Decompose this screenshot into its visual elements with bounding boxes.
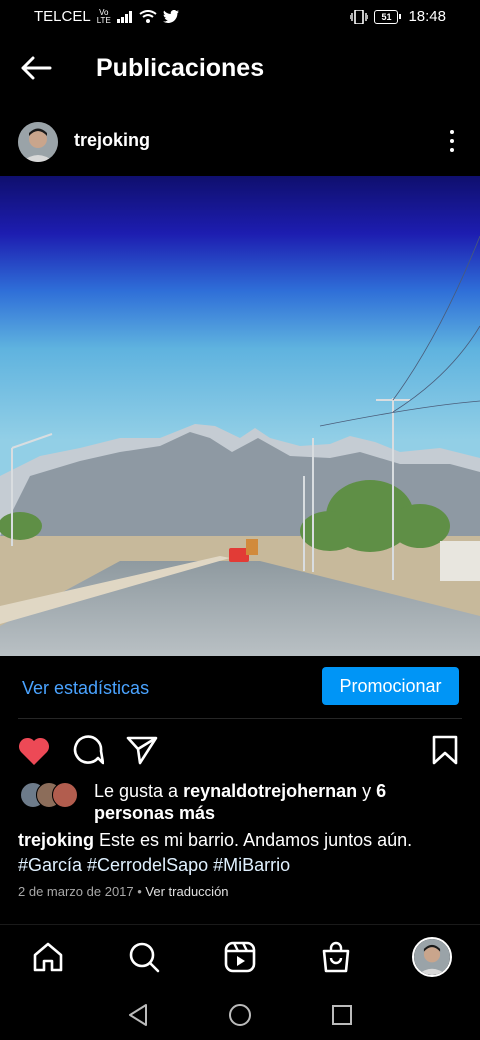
- system-recents-button[interactable]: [329, 1002, 355, 1028]
- reels-icon: [224, 941, 256, 973]
- more-icon-dot: [450, 130, 454, 134]
- nav-shop[interactable]: [316, 937, 356, 977]
- status-bar: TELCEL Vo LTE 51 18:48: [0, 0, 480, 34]
- comment-icon: [73, 735, 104, 765]
- page-title: Publicaciones: [96, 54, 265, 82]
- post-header: trejoking: [0, 116, 480, 168]
- more-icon-dot: [450, 148, 454, 152]
- date-separator: •: [133, 884, 146, 899]
- bookmark-icon: [432, 735, 458, 765]
- post-image[interactable]: [0, 176, 480, 656]
- promote-button[interactable]: Promocionar: [322, 667, 459, 705]
- square-recents-icon: [332, 1005, 352, 1025]
- liker-avatar: [52, 782, 78, 808]
- likes-middle: y: [357, 781, 377, 801]
- search-icon: [129, 942, 160, 973]
- share-icon: [126, 736, 158, 765]
- post-date: 2 de marzo de 2017: [18, 884, 134, 899]
- back-button[interactable]: [18, 52, 54, 84]
- liker-avatars: [20, 782, 90, 808]
- circle-home-icon: [229, 1004, 251, 1026]
- carrier-name: TELCEL: [34, 8, 91, 25]
- volte-icon: Vo LTE: [96, 8, 111, 25]
- view-insights-link[interactable]: Ver estadísticas: [22, 678, 149, 699]
- volte-bottom: LTE: [96, 15, 111, 25]
- post-caption: trejoking Este es mi barrio. Andamos jun…: [18, 828, 462, 878]
- shop-icon: [322, 941, 350, 973]
- save-button[interactable]: [427, 732, 463, 768]
- caption-text: Este es mi barrio. Andamos juntos aún.: [94, 830, 413, 850]
- signal-icon: [116, 10, 132, 23]
- likes-summary[interactable]: Le gusta a reynaldotrejohernan y 6 perso…: [18, 778, 462, 826]
- app-header: Publicaciones: [0, 34, 480, 104]
- status-left: TELCEL Vo LTE: [34, 8, 179, 25]
- vibrate-icon: [350, 9, 369, 24]
- caption-hashtags[interactable]: #García #CerrodelSapo #MiBarrio: [18, 855, 290, 875]
- profile-avatar: [412, 937, 452, 977]
- bottom-nav: [0, 924, 480, 989]
- nav-reels[interactable]: [220, 937, 260, 977]
- system-back-button[interactable]: [125, 1002, 151, 1028]
- triangle-back-icon: [129, 1004, 147, 1026]
- likes-prefix: Le gusta a: [94, 781, 184, 801]
- post-date-line: 2 de marzo de 2017 • Ver traducción: [18, 884, 229, 899]
- caption-username[interactable]: trejoking: [18, 830, 94, 850]
- clock: 18:48: [408, 8, 446, 25]
- see-translation-link[interactable]: Ver traducción: [145, 884, 228, 899]
- landscape-photo: [0, 176, 480, 656]
- system-nav: [0, 988, 480, 1040]
- battery-icon: 51: [374, 9, 402, 24]
- back-arrow-icon: [21, 56, 52, 80]
- post-actions: [0, 730, 480, 770]
- nav-search[interactable]: [124, 937, 164, 977]
- nav-home[interactable]: [28, 937, 68, 977]
- more-options-button[interactable]: [444, 126, 460, 156]
- post-username[interactable]: trejoking: [74, 130, 150, 151]
- nav-profile[interactable]: [412, 937, 452, 977]
- wifi-icon: [139, 10, 157, 23]
- divider: [18, 718, 462, 719]
- insights-row: Ver estadísticas Promocionar: [0, 664, 480, 712]
- comment-button[interactable]: [70, 732, 106, 768]
- avatar[interactable]: [18, 122, 58, 162]
- profile-avatar-image: [414, 939, 450, 975]
- heart-icon: [18, 737, 50, 765]
- likes-text: Le gusta a reynaldotrejohernan y 6 perso…: [94, 780, 462, 824]
- more-icon-dot: [450, 139, 454, 143]
- status-right: 51 18:48: [350, 8, 446, 25]
- home-icon: [33, 942, 63, 972]
- share-button[interactable]: [124, 732, 160, 768]
- system-home-button[interactable]: [227, 1002, 253, 1028]
- like-button[interactable]: [16, 732, 52, 768]
- avatar-image: [18, 122, 58, 162]
- likes-username[interactable]: reynaldotrejohernan: [183, 781, 357, 801]
- twitter-icon: [162, 10, 179, 23]
